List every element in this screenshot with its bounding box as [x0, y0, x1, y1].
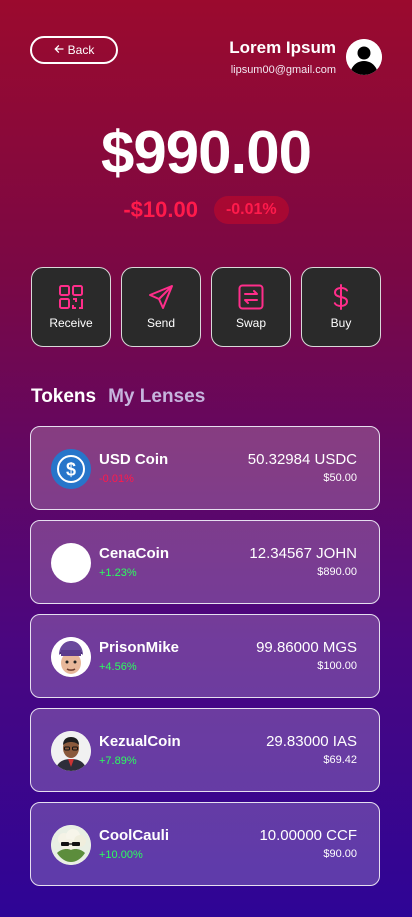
- token-amount: 12.34567 JOHN: [249, 545, 357, 562]
- blank-logo-icon: [51, 543, 91, 583]
- token-amount: 29.83000 IAS: [266, 733, 357, 750]
- user-name: Lorem Ipsum: [229, 38, 336, 57]
- token-list: $ USD Coin -0.01% 50.32984 USDC $50.00 C…: [30, 426, 380, 896]
- usdc-logo-icon: $: [51, 449, 91, 489]
- qr-code-icon: [58, 284, 84, 310]
- token-change: +4.56%: [99, 661, 137, 673]
- buy-label: Buy: [330, 316, 352, 330]
- receive-label: Receive: [49, 316, 93, 330]
- token-row-coolcauli[interactable]: CoolCauli +10.00% 10.00000 CCF $90.00: [30, 802, 380, 886]
- total-balance: $990.00: [101, 119, 312, 186]
- send-icon: [148, 284, 174, 310]
- token-change: +1.23%: [99, 567, 137, 579]
- token-row-cenacoin[interactable]: CenaCoin +1.23% 12.34567 JOHN $890.00: [30, 520, 380, 604]
- token-name: KezualCoin: [99, 733, 181, 750]
- asset-tabs: Tokens My Lenses: [31, 386, 205, 408]
- send-button[interactable]: Send: [121, 267, 201, 347]
- user-email: lipsum00@gmail.com: [230, 64, 336, 76]
- token-amount: 99.86000 MGS: [256, 639, 357, 656]
- buy-button[interactable]: Buy: [301, 267, 381, 347]
- token-name: PrisonMike: [99, 639, 180, 656]
- token-value: $69.42: [323, 754, 357, 766]
- token-value: $890.00: [317, 566, 357, 578]
- change-amount: -$10.00: [123, 197, 198, 222]
- token-row-prisonmike[interactable]: PrisonMike +4.56% 99.86000 MGS $100.00: [30, 614, 380, 698]
- token-row-kezualcoin[interactable]: KezualCoin +7.89% 29.83000 IAS $69.42: [30, 708, 380, 792]
- back-label: Back: [67, 43, 95, 57]
- swap-icon: [238, 284, 264, 310]
- token-value: $90.00: [323, 848, 357, 860]
- token-amount: 10.00000 CCF: [259, 827, 357, 844]
- receive-button[interactable]: Receive: [31, 267, 111, 347]
- token-name: USD Coin: [99, 451, 169, 468]
- swap-label: Swap: [235, 316, 267, 330]
- kezual-logo-icon: [51, 731, 91, 771]
- token-row-usdc[interactable]: $ USD Coin -0.01% 50.32984 USDC $50.00: [30, 426, 380, 510]
- token-name: CenaCoin: [99, 545, 170, 562]
- token-value: $50.00: [323, 472, 357, 484]
- tab-my-lenses[interactable]: My Lenses: [108, 386, 205, 408]
- token-change: -0.01%: [99, 473, 134, 485]
- svg-text:$: $: [66, 460, 76, 480]
- user-info: Lorem Ipsum lipsum00@gmail.com: [229, 38, 336, 78]
- prisonmike-logo-icon: [51, 637, 91, 677]
- token-change: +7.89%: [99, 755, 137, 767]
- swap-button[interactable]: Swap: [211, 267, 291, 347]
- token-value: $100.00: [317, 660, 357, 672]
- back-button[interactable]: Back: [30, 36, 118, 64]
- avatar[interactable]: [346, 39, 382, 75]
- balance-change-row: -$10.00 -0.01%: [0, 196, 412, 224]
- coolcauli-logo-icon: [51, 825, 91, 865]
- tab-tokens[interactable]: Tokens: [31, 386, 96, 408]
- token-name: CoolCauli: [99, 827, 169, 844]
- arrow-left-icon: [54, 43, 64, 57]
- user-avatar-icon: [346, 39, 382, 75]
- dollar-icon: [328, 284, 354, 310]
- token-change: +10.00%: [99, 849, 143, 861]
- change-percent-badge: -0.01%: [213, 196, 289, 224]
- send-label: Send: [146, 316, 176, 330]
- token-amount: 50.32984 USDC: [247, 451, 357, 468]
- action-row: Receive Send Swap Buy: [31, 267, 381, 347]
